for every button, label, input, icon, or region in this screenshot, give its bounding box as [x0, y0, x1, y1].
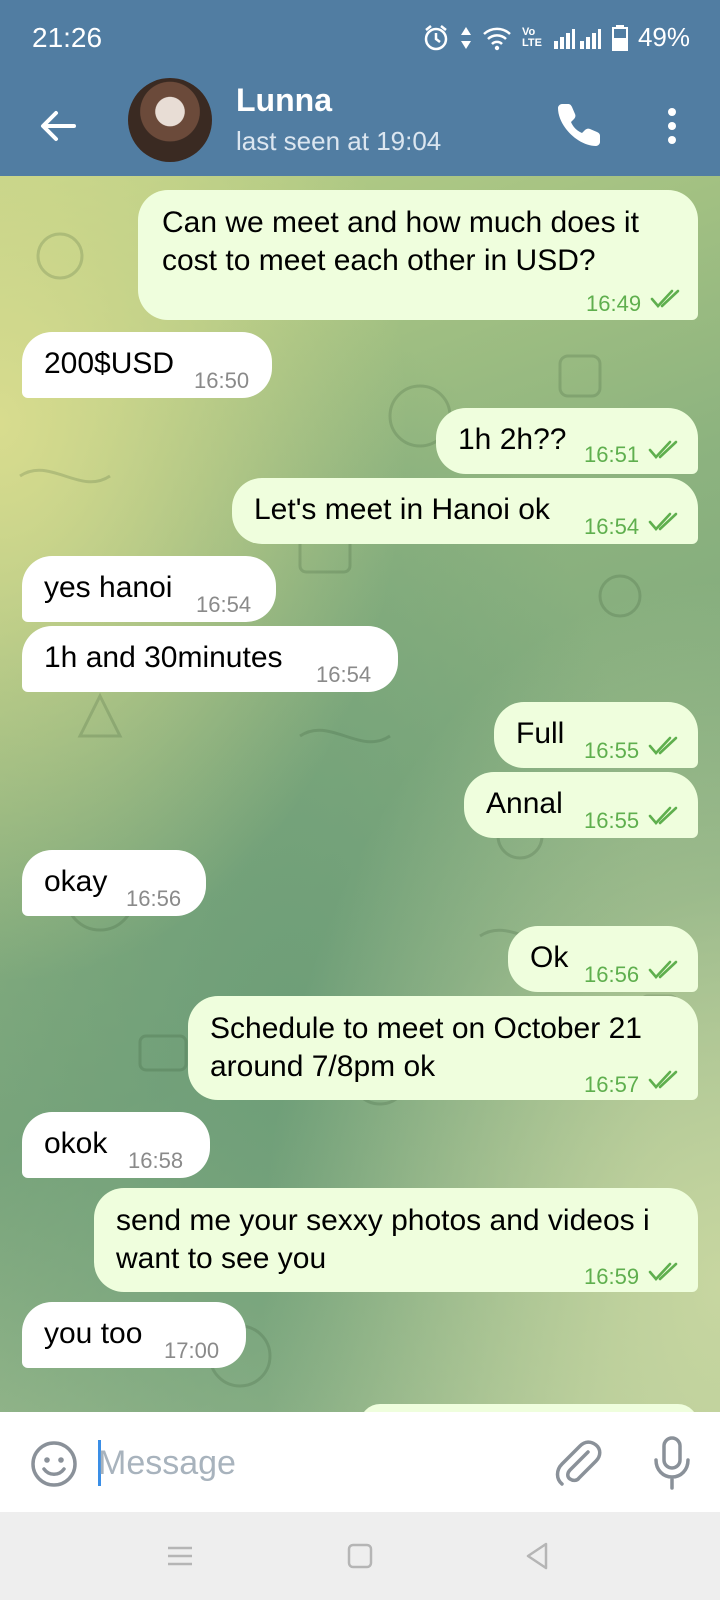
message-time: 16:57	[584, 1072, 640, 1097]
back-nav-icon[interactable]	[522, 1540, 554, 1572]
alarm-icon	[424, 24, 448, 50]
last-seen-status: last seen at 19:04	[236, 126, 442, 156]
more-vert-icon[interactable]	[654, 102, 690, 150]
message-bubble-outgoing[interactable]: Annal 16:55	[464, 772, 698, 838]
message-bubble-incoming[interactable]: okok 16:58	[22, 1112, 210, 1178]
message-time: 16:50	[194, 368, 250, 393]
message-bubble-outgoing[interactable]: Full 16:55	[494, 702, 698, 768]
volte-label: Vo LTE	[521, 25, 542, 49]
battery-percent: 49%	[637, 22, 690, 52]
emoji-icon[interactable]	[30, 1440, 78, 1488]
message-time: 17:00	[164, 1338, 220, 1363]
message-bubble-outgoing[interactable]: Schedule to meet on October 21 around 7/…	[188, 996, 698, 1100]
status-bar: 21:26 Vo LTE 49%	[0, 0, 720, 80]
home-icon[interactable]	[344, 1540, 376, 1572]
read-checkmarks-icon	[648, 512, 678, 531]
message-composer	[0, 1412, 720, 1512]
mic-icon[interactable]	[652, 1436, 692, 1490]
message-bubble-outgoing[interactable]: Can we meet and how much does it cost to…	[138, 190, 698, 320]
message-bubble-incoming[interactable]: 1h and 30minutes 16:54	[22, 626, 398, 692]
message-input[interactable]	[96, 1432, 540, 1494]
chat-header: Lunna last seen at 19:04	[0, 78, 720, 176]
message-bubble-outgoing[interactable]: Ok 16:56	[508, 926, 698, 992]
message-time: 16:56	[584, 962, 640, 987]
status-time: 21:26	[32, 22, 103, 53]
message-time: 16:51	[584, 442, 640, 467]
message-bubble-outgoing-partial[interactable]	[360, 1404, 698, 1412]
wifi-icon	[483, 27, 511, 50]
read-checkmarks-icon	[648, 736, 678, 755]
read-checkmarks-icon	[648, 960, 678, 979]
message-time: 16:58	[128, 1148, 184, 1173]
contact-name[interactable]: Lunna	[236, 82, 332, 119]
message-bubble-outgoing[interactable]: send me your sexxy photos and videos i w…	[94, 1188, 698, 1292]
message-time: 16:54	[316, 662, 372, 687]
message-text: 1h 2h??	[458, 423, 567, 456]
message-bubble-outgoing[interactable]: 1h 2h?? 16:51	[436, 408, 698, 474]
read-checkmarks-icon	[650, 289, 680, 308]
chat-area[interactable]: Can we meet and how much does it cost to…	[0, 176, 720, 1412]
phone-icon[interactable]	[554, 98, 606, 150]
message-bubble-incoming[interactable]: yes hanoi 16:54	[22, 556, 276, 622]
recent-apps-icon[interactable]	[164, 1540, 196, 1572]
message-bubble-incoming[interactable]: okay 16:56	[22, 850, 206, 916]
contact-avatar[interactable]	[128, 78, 212, 162]
message-text: Can we meet and how much does it cost to…	[162, 206, 639, 277]
attach-icon[interactable]	[552, 1436, 602, 1488]
message-time: 16:59	[584, 1264, 640, 1289]
message-time: 16:55	[584, 738, 640, 763]
back-arrow-icon[interactable]	[34, 102, 82, 150]
read-checkmarks-icon	[648, 806, 678, 825]
message-time: 16:49	[586, 291, 642, 316]
message-time: 16:54	[584, 514, 640, 539]
data-arrows-icon	[460, 26, 471, 49]
signal-icon	[553, 28, 601, 49]
message-bubble-incoming[interactable]: you too 17:00	[22, 1302, 246, 1368]
system-nav-bar	[0, 1512, 720, 1600]
battery-icon	[611, 24, 628, 51]
message-time: 16:55	[584, 808, 640, 833]
message-bubble-outgoing[interactable]: Let's meet in Hanoi ok 16:54	[232, 478, 698, 544]
read-checkmarks-icon	[648, 440, 678, 459]
read-checkmarks-icon	[648, 1070, 678, 1089]
message-bubble-incoming[interactable]: 200$USD 16:50	[22, 332, 272, 398]
status-icons: Vo LTE 49%	[422, 22, 690, 53]
message-time: 16:56	[126, 886, 182, 911]
message-time: 16:54	[196, 592, 252, 617]
read-checkmarks-icon	[648, 1262, 678, 1281]
